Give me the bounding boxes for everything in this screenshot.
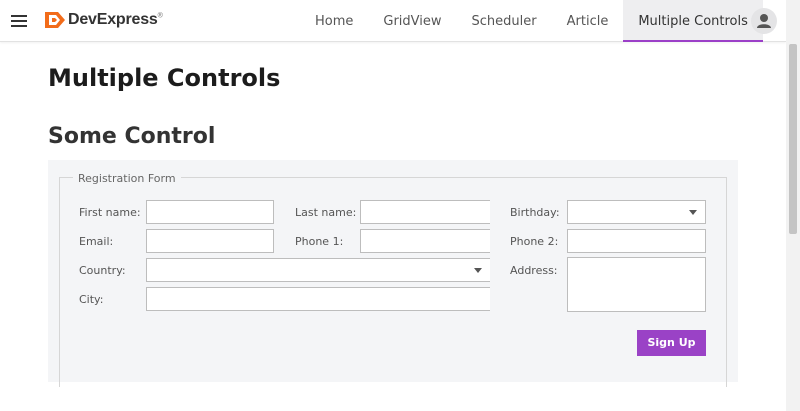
nav-article[interactable]: Article [552, 0, 624, 42]
form-legend: Registration Form [73, 172, 181, 185]
country-label: Country: [79, 264, 126, 277]
vertical-scrollbar[interactable] [786, 0, 800, 411]
country-dropdown[interactable] [146, 258, 490, 282]
hamburger-menu-icon[interactable] [11, 15, 27, 27]
email-label: Email: [79, 235, 114, 248]
last-name-label: Last name: [295, 206, 357, 219]
user-avatar-button[interactable] [751, 8, 777, 34]
section-title: Some Control [48, 124, 216, 149]
phone1-input[interactable] [360, 229, 490, 253]
email-input[interactable] [146, 229, 274, 253]
scrollbar-thumb[interactable] [789, 44, 797, 234]
last-name-input[interactable] [360, 200, 490, 224]
devexpress-logo-icon [45, 12, 65, 28]
phone2-input[interactable] [567, 229, 706, 253]
dropdown-caret-icon[interactable] [689, 210, 697, 215]
first-name-input[interactable] [146, 200, 274, 224]
dropdown-caret-icon[interactable] [474, 268, 482, 273]
birthday-label: Birthday: [510, 206, 560, 219]
nav-multiple-controls[interactable]: Multiple Controls [623, 0, 763, 42]
city-input[interactable] [146, 287, 490, 311]
main-nav: Home GridView Scheduler Article Multiple… [300, 0, 763, 42]
first-name-label: First name: [79, 206, 141, 219]
devexpress-logo[interactable]: DevExpress® [45, 9, 163, 31]
page-title: Multiple Controls [48, 64, 281, 92]
top-header: DevExpress® Home GridView Scheduler Arti… [0, 0, 786, 42]
nav-home[interactable]: Home [300, 0, 368, 42]
nav-gridview[interactable]: GridView [368, 0, 456, 42]
sign-up-button[interactable]: Sign Up [637, 330, 706, 356]
phone1-label: Phone 1: [295, 235, 344, 248]
city-label: City: [79, 293, 104, 306]
address-label: Address: [510, 264, 558, 277]
nav-scheduler[interactable]: Scheduler [457, 0, 552, 42]
birthday-dropdown[interactable] [567, 200, 706, 224]
phone2-label: Phone 2: [510, 235, 559, 248]
address-textarea[interactable] [567, 257, 706, 312]
logo-text: DevExpress® [68, 11, 163, 28]
user-avatar-icon [757, 14, 771, 28]
